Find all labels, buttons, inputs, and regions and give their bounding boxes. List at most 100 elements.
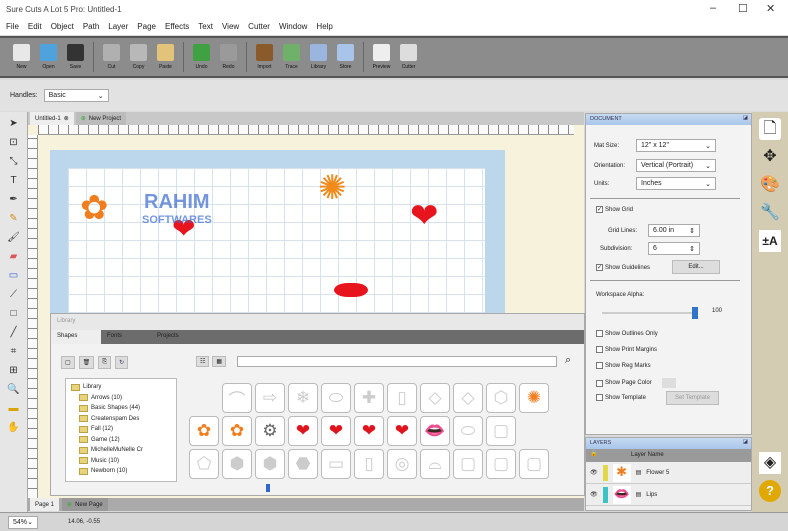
shape-thumbnail[interactable]: ⬢ — [222, 449, 252, 479]
heart-shape[interactable]: ❤ — [410, 196, 439, 236]
tab-fonts[interactable]: Fonts — [101, 330, 151, 344]
tab-untitled-1[interactable]: Untitled-1 ⊗ — [30, 112, 74, 125]
tree-item[interactable]: Newborn (10) — [69, 466, 173, 477]
library-search-input[interactable] — [237, 356, 557, 367]
eye-icon[interactable]: 👁 — [590, 469, 598, 476]
handles-select[interactable]: Basic ⌄ — [43, 89, 109, 102]
layer-color-swatch[interactable] — [602, 464, 608, 481]
tree-item[interactable]: Arrows (10) — [69, 393, 173, 404]
tab-new-project[interactable]: ⊕ New Project — [75, 112, 127, 125]
shape-thumbnail[interactable]: 👄 — [420, 416, 450, 446]
checkbox[interactable] — [596, 346, 603, 353]
tree-item[interactable]: Game (12) — [69, 435, 173, 446]
shape-thumbnail[interactable]: ✺ — [519, 383, 549, 413]
flower-shape[interactable]: ✿ — [80, 188, 109, 228]
rectangle-tool-icon[interactable]: □ — [7, 307, 21, 321]
show-reg-marks-checkbox[interactable]: Show Reg Marks — [596, 362, 651, 369]
panel-toggle-icon[interactable]: ◪ — [743, 439, 748, 445]
shape-thumbnail[interactable]: ▭ — [321, 449, 351, 479]
shape-thumbnail[interactable]: ✿ — [189, 416, 219, 446]
mat-size-select[interactable]: 12" x 12" ⌄ — [636, 139, 716, 152]
shape-thumbnail[interactable]: ⬠ — [189, 449, 219, 479]
menu-cutter[interactable]: Cutter — [248, 22, 270, 31]
tab-shapes[interactable]: Shapes — [51, 330, 101, 344]
tree-item[interactable]: Library — [69, 382, 173, 393]
layer-row[interactable]: 👁 ✱ ▤ Flower 5 — [586, 462, 751, 484]
spinner-icon[interactable]: ⇕ — [689, 227, 695, 235]
redo-button[interactable]: Redo — [215, 44, 242, 70]
tree-item[interactable]: Fall (12) — [69, 424, 173, 435]
shape-thumbnail[interactable]: ▢ — [519, 449, 549, 479]
menu-effects[interactable]: Effects — [165, 22, 189, 31]
undo-button[interactable]: Undo — [188, 44, 215, 70]
tree-item[interactable]: MichelleMuNelle Cr — [69, 445, 173, 456]
layer-row[interactable]: 👁 👄 ▤ Lips — [586, 484, 751, 506]
save-button[interactable]: Save — [62, 44, 89, 70]
copy-button[interactable]: Copy — [125, 44, 152, 70]
show-print-margins-checkbox[interactable]: Show Print Margins — [596, 346, 657, 353]
shape-thumbnail[interactable]: ⌓ — [420, 449, 450, 479]
shape-thumbnail[interactable]: ▢ — [486, 449, 516, 479]
knife-tool-icon[interactable]: ⟋ — [7, 288, 21, 302]
show-template-checkbox[interactable]: Show Template — [596, 394, 646, 401]
move-icon[interactable]: ✥ — [759, 146, 781, 168]
open-button[interactable]: Open — [35, 44, 62, 70]
menu-text[interactable]: Text — [198, 22, 213, 31]
palette-icon[interactable]: 🎨 — [759, 174, 781, 196]
tree-item[interactable]: Createnspam Des — [69, 414, 173, 425]
shape-thumbnail[interactable]: ❤ — [387, 416, 417, 446]
shape-tool-icon[interactable]: ▭ — [7, 269, 21, 283]
shape-thumbnail[interactable]: ❤ — [288, 416, 318, 446]
tab-page-1[interactable]: Page 1 — [30, 498, 60, 511]
shape-thumbnail[interactable]: ⌒ — [222, 383, 252, 413]
maximize-button[interactable]: ☐ — [738, 2, 748, 15]
wrench-icon[interactable]: 🔧 — [759, 202, 781, 224]
cutter-button[interactable]: Cutter — [395, 44, 422, 70]
menu-help[interactable]: Help — [316, 22, 332, 31]
minimize-button[interactable]: – — [710, 2, 716, 14]
shape-thumbnail[interactable]: ✿ — [222, 416, 252, 446]
eraser-tool-icon[interactable]: ▰ — [7, 250, 21, 264]
shape-thumbnail[interactable]: ⬭ — [321, 383, 351, 413]
grid-view-icon[interactable]: ▦ — [212, 356, 227, 367]
shape-thumbnail[interactable]: ▢ — [486, 416, 516, 446]
lips-shape[interactable] — [334, 283, 368, 297]
close-icon[interactable]: ⊗ — [64, 115, 69, 122]
tab-projects[interactable]: Projects — [151, 330, 201, 344]
menu-file[interactable]: File — [6, 22, 19, 31]
set-template-button[interactable]: Set Template — [666, 391, 719, 405]
layers-icon[interactable]: ◈ — [759, 452, 781, 474]
orientation-select[interactable]: Vertical (Portrait) ⌄ — [636, 159, 716, 172]
sun-flower-shape[interactable]: ✺ — [318, 168, 347, 208]
delete-icon[interactable]: 🗑 — [78, 356, 95, 369]
checkbox-checked[interactable]: ✓ — [596, 264, 603, 271]
shape-thumbnail[interactable]: ▢ — [453, 449, 483, 479]
edit-guidelines-button[interactable]: Edit... — [672, 260, 720, 274]
tree-item[interactable]: Basic Shapes (44) — [69, 403, 173, 414]
page-color-swatch[interactable] — [661, 378, 676, 388]
ruler-tool-icon[interactable]: ▬ — [7, 402, 21, 416]
new-folder-icon[interactable]: ▢ — [61, 356, 75, 369]
shape-thumbnail[interactable]: ▯ — [354, 449, 384, 479]
transform-tool-icon[interactable]: ⤡ — [7, 155, 21, 169]
preview-button[interactable]: Preview — [368, 44, 395, 70]
grid-lines-stepper[interactable]: 6.00 in ⇕ — [648, 224, 700, 237]
store-button[interactable]: Store — [332, 44, 359, 70]
select-tool-icon[interactable]: ➤ — [7, 117, 21, 131]
eye-icon[interactable]: 👁 — [590, 491, 598, 498]
frame-tool-icon[interactable]: ⊞ — [7, 364, 21, 378]
text-size-icon[interactable]: ±A — [759, 230, 781, 252]
menu-window[interactable]: Window — [279, 22, 307, 31]
menu-edit[interactable]: Edit — [28, 22, 42, 31]
new-button[interactable]: New — [8, 44, 35, 70]
checkbox[interactable] — [596, 394, 603, 401]
menu-view[interactable]: View — [222, 22, 239, 31]
zoom-tool-icon[interactable]: 🔍 — [7, 383, 21, 397]
menu-page[interactable]: Page — [137, 22, 156, 31]
grid-scrollbar[interactable] — [266, 484, 270, 492]
node-tool-icon[interactable]: ⊡ — [7, 136, 21, 150]
tab-new-page[interactable]: ⊕ New Page — [62, 498, 108, 511]
layer-color-swatch[interactable] — [602, 486, 608, 503]
brush-tool-icon[interactable]: 🖌 — [7, 231, 21, 245]
tree-item[interactable]: Music (10) — [69, 456, 173, 467]
